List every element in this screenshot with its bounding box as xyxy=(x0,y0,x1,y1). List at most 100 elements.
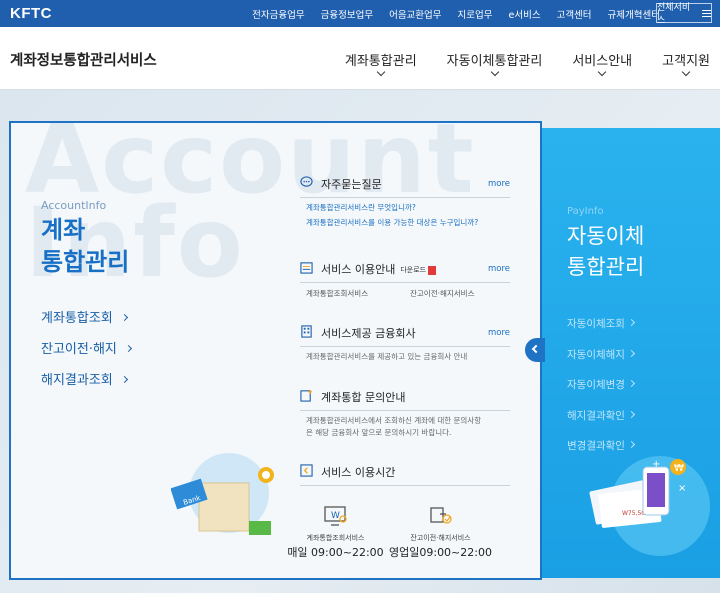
link-label: 계좌통합조회 xyxy=(41,311,113,326)
nav-label: 고객지원 xyxy=(662,54,710,69)
autopay-title-line2: 통합관리 xyxy=(567,255,645,279)
autopay-link-cancel[interactable]: 자동이체해지 xyxy=(567,347,636,378)
nav-autopay-management[interactable]: 자동이체통합관리 xyxy=(447,50,542,77)
autopay-link-change[interactable]: 자동이체변경 xyxy=(567,377,636,408)
account-illustration: Bank xyxy=(171,453,274,535)
svg-text:₩: ₩ xyxy=(674,463,684,474)
service-hours-items: W 계좌통합조회서비스 매일 09:00~22:00 잔고이전·해지서비스 영업… xyxy=(287,505,516,565)
divider xyxy=(300,346,510,347)
faq-more-link[interactable]: more xyxy=(488,179,510,189)
link-label: 자동이체해지 xyxy=(567,348,625,361)
building-icon xyxy=(301,325,312,338)
service-guide-items: 계좌통합조회서비스 잔고이전·해지서비스 xyxy=(300,288,510,299)
link-label: 잔고이전·해지 xyxy=(41,342,117,357)
institutions-section: 서비스제공 금융회사 more 계좌통합관리서비스를 제공하고 있는 금융회사 … xyxy=(300,324,510,362)
clock-chevron-icon xyxy=(300,464,313,477)
inquiry-title: 계좌통합 문의안내 xyxy=(321,391,406,404)
account-title: 계좌 통합관리 xyxy=(41,214,129,278)
toplink-giro[interactable]: 지로업무 xyxy=(458,7,493,21)
hours-label: 계좌통합조회서비스 xyxy=(306,534,365,542)
toplink-regulatory-reform[interactable]: 규제개혁센터 xyxy=(608,7,660,21)
autopay-subtitle: PayInfo xyxy=(567,206,604,217)
main-nav: 계좌통합관리 자동이체통합관리 서비스안내 고객지원 xyxy=(315,50,710,77)
svg-text:W: W xyxy=(331,511,340,521)
hours-account-inquiry: W 계좌통합조회서비스 매일 09:00~22:00 xyxy=(283,505,388,560)
link-label: 자동이체변경 xyxy=(567,379,625,391)
link-label: 자동이체조회 xyxy=(567,318,625,330)
guide-item-account-inquiry[interactable]: 계좌통합조회서비스 xyxy=(306,288,410,299)
pdf-icon xyxy=(428,265,437,275)
menu-icon xyxy=(702,8,711,19)
autopay-link-inquiry[interactable]: 자동이체조회 xyxy=(567,316,636,347)
toplink-financial-info[interactable]: 금융정보업무 xyxy=(321,7,373,21)
hours-time: 매일 09:00~22:00 xyxy=(287,546,384,559)
guide-item-transfer-cancel[interactable]: 잔고이전·해지서비스 xyxy=(410,288,474,299)
autopay-title: 자동이체 통합관리 xyxy=(567,221,644,283)
faq-header: 자주묻는질문 more xyxy=(300,175,510,193)
faq-item[interactable]: 계좌통합관리서비스란 무엇입니까? xyxy=(300,202,510,213)
service-guide-header: 서비스 이용안내 다운로드 more xyxy=(300,260,510,278)
kftc-logo[interactable]: KFTC xyxy=(10,5,52,22)
account-link-transfer-cancel[interactable]: 잔고이전·해지 xyxy=(41,338,132,369)
service-hours-header: 서비스 이용시간 xyxy=(300,463,510,481)
service-guide-title-text: 서비스 이용안내 xyxy=(321,263,396,276)
site-header: 계좌정보통합관리서비스 계좌통합관리 자동이체통합관리 서비스안내 고객지원 xyxy=(0,27,720,90)
autopay-link-cancel-result[interactable]: 해지결과확인 xyxy=(567,408,636,439)
toplink-customer-center[interactable]: 고객센터 xyxy=(557,7,592,21)
faq-title: 자주묻는질문 xyxy=(321,178,382,191)
chevron-right-icon xyxy=(627,349,636,357)
service-guide-section: 서비스 이용안내 다운로드 more 계좌통합조회서비스 잔고이전·해지서비스 xyxy=(300,260,510,299)
inquiry-description-line1: 계좌통합관리서비스에서 조회하신 계좌에 대한 문의사항 xyxy=(306,416,482,425)
autopay-links: 자동이체조회 자동이체해지 자동이체변경 해지결과확인 변경결과확인 xyxy=(567,316,636,469)
account-panel: Account Info AccountInfo 계좌 통합관리 계좌통합조회 … xyxy=(9,121,542,580)
toplink-electronic-finance[interactable]: 전자금융업무 xyxy=(252,7,304,21)
chevron-right-icon xyxy=(627,318,636,327)
panel-toggle-button[interactable] xyxy=(525,338,545,362)
all-services-button[interactable]: 전체서비스 xyxy=(656,3,712,26)
svg-text:×: × xyxy=(678,483,686,494)
monitor-search-icon: W xyxy=(323,506,347,526)
svg-text:+: + xyxy=(652,459,660,470)
autopay-illustration: W75,500 ₩ + × xyxy=(589,459,686,528)
account-title-line2: 통합관리 xyxy=(41,248,130,276)
chevron-down-icon xyxy=(681,67,691,77)
chevron-down-icon xyxy=(376,67,386,77)
phone-screen xyxy=(647,473,665,507)
faq-item[interactable]: 계좌통합관리서비스를 이용 가능한 대상은 누구입니까? xyxy=(300,217,510,228)
service-guide-title: 서비스 이용안내 다운로드 xyxy=(321,261,437,277)
account-links: 계좌통합조회 잔고이전·해지 해지결과조회 xyxy=(41,307,132,400)
ledger-book xyxy=(198,482,250,532)
chevron-right-icon xyxy=(627,410,636,418)
institutions-title: 서비스제공 금융회사 xyxy=(321,327,416,340)
chevron-right-icon xyxy=(627,440,636,449)
account-link-cancel-result[interactable]: 해지결과조회 xyxy=(41,369,131,400)
nav-service-guide[interactable]: 서비스안내 xyxy=(572,50,632,77)
nav-customer-support[interactable]: 고객지원 xyxy=(662,50,710,77)
chevron-right-icon xyxy=(124,344,132,353)
account-link-inquiry[interactable]: 계좌통합조회 xyxy=(41,307,131,338)
download-link[interactable]: 다운로드 xyxy=(400,265,437,275)
institutions-more-link[interactable]: more xyxy=(488,328,510,338)
nav-account-management[interactable]: 계좌통합관리 xyxy=(345,50,417,77)
cash-stack xyxy=(249,521,271,535)
document-plus-icon xyxy=(300,389,313,402)
autopay-title-line1: 자동이체 xyxy=(567,224,645,248)
institutions-description: 계좌통합관리서비스를 제공하고 있는 금융회사 안내 xyxy=(306,352,468,361)
link-label: 해지결과확인 xyxy=(567,409,625,422)
toplink-bill-clearing[interactable]: 어음교환업무 xyxy=(389,7,441,21)
chevron-right-icon xyxy=(120,375,128,384)
top-links: 전자금융업무 금융정보업무 어음교환업무 지로업무 e서비스 고객센터 규제개혁… xyxy=(236,7,660,21)
account-subtitle: AccountInfo xyxy=(41,199,107,212)
institutions-header: 서비스제공 금융회사 more xyxy=(300,324,510,342)
site-title[interactable]: 계좌정보통합관리서비스 xyxy=(10,49,157,70)
divider xyxy=(300,485,510,486)
hours-label: 잔고이전·해지서비스 xyxy=(410,534,471,542)
inquiry-header: 계좌통합 문의안내 xyxy=(300,388,510,406)
inquiry-description-line2: 은 해당 금융회사 앞으로 문의하시기 바랍니다. xyxy=(306,428,452,437)
chevron-right-icon xyxy=(627,379,636,388)
toplink-eservice[interactable]: e서비스 xyxy=(509,7,541,21)
hours-transfer-cancel: 잔고이전·해지서비스 영업일09:00~22:00 xyxy=(388,505,493,560)
all-services-label: 전체서비스 xyxy=(657,3,691,26)
inquiry-section: 계좌통합 문의안내 계좌통합관리서비스에서 조회하신 계좌에 대한 문의사항 은… xyxy=(300,388,510,438)
service-guide-more-link[interactable]: more xyxy=(488,264,510,274)
